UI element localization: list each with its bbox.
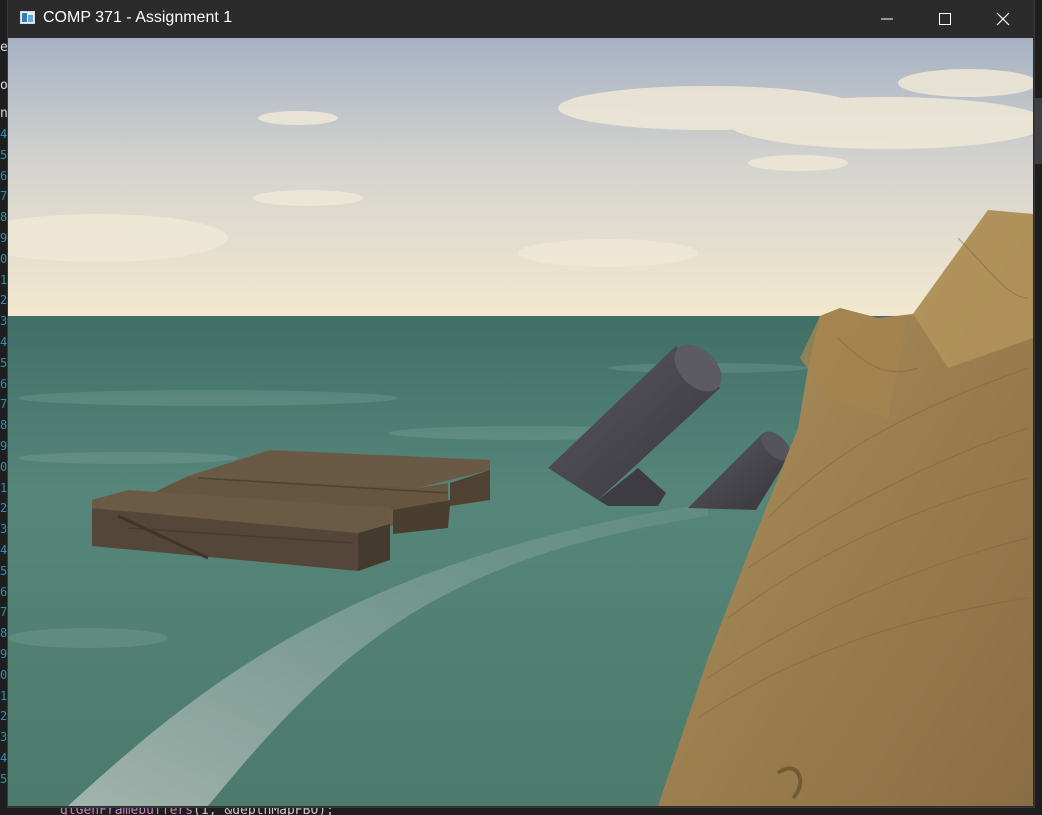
- rendered-3d-scene: [8, 38, 1033, 806]
- close-icon: [996, 12, 1010, 26]
- close-button[interactable]: [974, 0, 1032, 38]
- minimize-button[interactable]: [858, 0, 916, 38]
- editor-scrollbar-thumb[interactable]: [1034, 98, 1042, 164]
- opengl-render-viewport[interactable]: [8, 38, 1033, 806]
- maximize-icon: [939, 13, 951, 25]
- window-title: COMP 371 - Assignment 1: [43, 9, 233, 26]
- application-window-icon: [20, 11, 35, 24]
- application-window: COMP 371 - Assignment 1: [8, 0, 1034, 807]
- minimize-icon: [881, 18, 893, 20]
- maximize-button[interactable]: [916, 0, 974, 38]
- sky: [8, 38, 1033, 316]
- window-titlebar[interactable]: COMP 371 - Assignment 1: [8, 0, 1034, 38]
